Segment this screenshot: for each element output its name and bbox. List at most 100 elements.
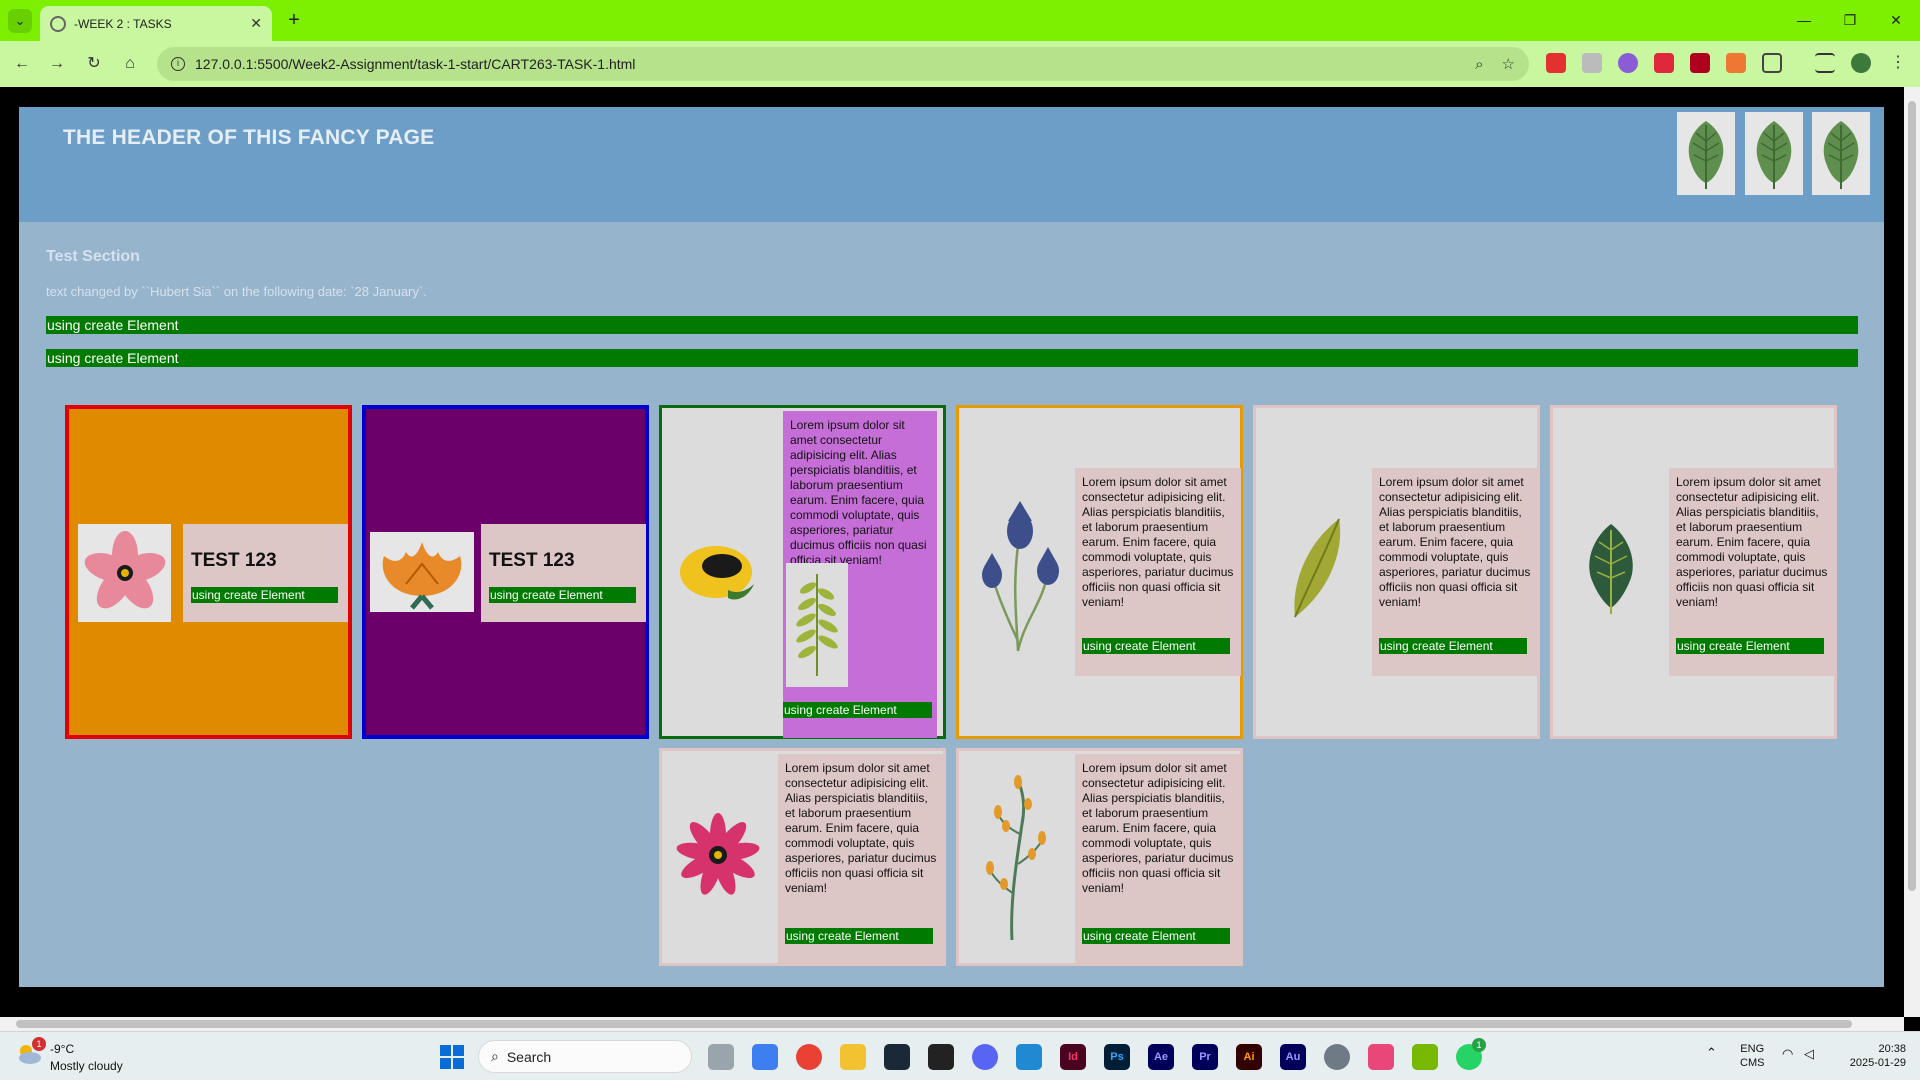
changed-text: text changed by ``Hubert Sia`` on the fo… xyxy=(46,284,427,299)
back-arrow-icon[interactable]: ← xyxy=(10,52,34,76)
lorem-text: Lorem ipsum dolor sit amet consectetur a… xyxy=(1379,475,1531,609)
indesign-icon[interactable]: Id xyxy=(1060,1044,1086,1070)
extension-red-icon[interactable] xyxy=(1654,53,1674,73)
settings-gear-icon[interactable] xyxy=(1324,1044,1350,1070)
vertical-scroll-thumb[interactable] xyxy=(1908,101,1916,891)
start-windows-icon[interactable] xyxy=(440,1045,464,1069)
weather-temperature: -9°C xyxy=(50,1042,75,1056)
reading-list-icon[interactable] xyxy=(1815,53,1835,73)
create-element-bar: using create Element xyxy=(191,587,338,603)
orange-sprig-image xyxy=(979,769,1055,949)
task-view-icon[interactable] xyxy=(708,1044,734,1070)
clock[interactable]: 20:38 2025-01-29 xyxy=(1836,1042,1906,1070)
lorem-box: Lorem ipsum dolor sit amet consectetur a… xyxy=(1075,468,1241,676)
extension-shield-icon[interactable] xyxy=(1690,53,1710,73)
horizontal-scrollbar[interactable] xyxy=(0,1017,1904,1031)
vertical-scrollbar[interactable] xyxy=(1904,87,1920,1017)
menu-kebab-icon[interactable]: ⋮ xyxy=(1888,53,1908,73)
premiere-icon[interactable]: Pr xyxy=(1192,1044,1218,1070)
test-box: TEST 123 using create Element xyxy=(183,524,348,622)
photoshop-icon[interactable]: Ps xyxy=(1104,1044,1130,1070)
whatsapp-badge: 1 xyxy=(1472,1038,1486,1052)
weather-description: Mostly cloudy xyxy=(50,1059,123,1073)
tab-search-chevron-icon[interactable]: ⌄ xyxy=(8,9,32,33)
card-olive-leaf: Lorem ipsum dolor sit amet consectetur a… xyxy=(1253,405,1540,739)
discord-icon[interactable] xyxy=(972,1044,998,1070)
epic-games-icon[interactable] xyxy=(928,1044,954,1070)
page-title: THE HEADER OF THIS FANCY PAGE xyxy=(63,126,435,149)
lorem-box: Lorem ipsum dolor sit amet consectetur a… xyxy=(1075,754,1241,963)
site-info-icon[interactable]: i xyxy=(171,57,185,71)
address-bar[interactable]: i 127.0.0.1:5500/Week2-Assignment/task-1… xyxy=(157,47,1529,81)
create-element-bar: using create Element xyxy=(1082,638,1230,654)
chrome-icon[interactable] xyxy=(796,1044,822,1070)
zoom-icon[interactable]: ⌕ xyxy=(1475,56,1483,73)
volume-icon[interactable]: ◁ xyxy=(1804,1047,1814,1061)
close-window-icon[interactable]: ✕ xyxy=(1876,8,1916,32)
create-element-bar: using create Element xyxy=(46,349,1858,367)
create-element-bar: using create Element xyxy=(1082,928,1230,944)
test-box: TEST 123 using create Element xyxy=(481,524,646,622)
copilot-icon[interactable] xyxy=(752,1044,778,1070)
minimize-icon[interactable]: — xyxy=(1784,8,1824,32)
pink-flower-image xyxy=(78,524,171,622)
taskbar-search[interactable]: ⌕ Search xyxy=(478,1040,692,1073)
nvidia-icon[interactable] xyxy=(1412,1044,1438,1070)
bookmark-star-icon[interactable]: ☆ xyxy=(1502,55,1515,73)
card-magenta-flower: Lorem ipsum dolor sit amet consectetur a… xyxy=(659,748,946,966)
lorem-box: Lorem ipsum dolor sit amet consectetur a… xyxy=(1669,468,1835,676)
card-green-border: Lorem ipsum dolor sit amet consectetur a… xyxy=(659,405,946,739)
after-effects-icon[interactable]: Ae xyxy=(1148,1044,1174,1070)
create-element-bar: using create Element xyxy=(785,928,933,944)
windows-taskbar: 1 -9°C Mostly cloudy ⌕ Search Id Ps Ae P… xyxy=(0,1031,1920,1080)
site-header: THE HEADER OF THIS FANCY PAGE xyxy=(19,107,1884,222)
tab-title: -WEEK 2 : TASKS xyxy=(74,16,172,31)
search-icon: ⌕ xyxy=(491,1048,499,1064)
extension-thumbs-down-icon[interactable] xyxy=(1546,53,1566,73)
test-label: TEST 123 xyxy=(191,550,277,571)
horizontal-scroll-thumb[interactable] xyxy=(16,1020,1852,1028)
url-text: 127.0.0.1:5500/Week2-Assignment/task-1-s… xyxy=(195,56,636,72)
card-purple: TEST 123 using create Element xyxy=(362,405,649,739)
tray-chevron-up-icon[interactable]: ⌃ xyxy=(1706,1046,1717,1060)
tab-close-icon[interactable]: ✕ xyxy=(250,15,262,32)
extension-fox-icon[interactable] xyxy=(1726,53,1746,73)
header-leaf-image xyxy=(1745,112,1803,195)
browser-tab[interactable]: -WEEK 2 : TASKS ✕ xyxy=(40,6,272,41)
card-orange-sprig: Lorem ipsum dolor sit amet consectetur a… xyxy=(956,748,1243,966)
language-bottom: CMS xyxy=(1740,1057,1765,1069)
test-label: TEST 123 xyxy=(489,550,575,571)
steam-icon[interactable] xyxy=(884,1044,910,1070)
create-element-bar: using create Element xyxy=(1676,638,1824,654)
magenta-flower-image xyxy=(670,807,766,903)
olive-leaf-image xyxy=(1276,508,1356,628)
extension-a-icon[interactable] xyxy=(1582,53,1602,73)
lorem-box: Lorem ipsum dolor sit amet consectetur a… xyxy=(1372,468,1538,676)
forward-arrow-icon[interactable]: → xyxy=(45,52,69,76)
language-indicator[interactable]: ENG CMS xyxy=(1740,1042,1764,1070)
create-element-bar: using create Element xyxy=(46,316,1858,334)
reload-icon[interactable]: ↻ xyxy=(82,52,106,76)
creative-cloud-icon[interactable] xyxy=(1368,1044,1394,1070)
lorem-text: Lorem ipsum dolor sit amet consectetur a… xyxy=(1082,475,1234,609)
orange-flower-image xyxy=(370,532,474,612)
extensions-puzzle-icon[interactable] xyxy=(1762,53,1782,73)
extension-gear-icon[interactable] xyxy=(1618,53,1638,73)
browser-tab-bar: ⌄ -WEEK 2 : TASKS ✕ + — ❐ ✕ xyxy=(0,0,1920,41)
language-top: ENG xyxy=(1740,1043,1765,1055)
file-explorer-icon[interactable] xyxy=(840,1044,866,1070)
profile-avatar[interactable] xyxy=(1851,53,1871,73)
restore-icon[interactable]: ❐ xyxy=(1830,8,1870,32)
new-tab-plus-icon[interactable]: + xyxy=(282,9,306,33)
wifi-icon[interactable]: ◠ xyxy=(1782,1047,1793,1061)
illustrator-icon[interactable]: Ai xyxy=(1236,1044,1262,1070)
lorem-text: Lorem ipsum dolor sit amet consectetur a… xyxy=(785,761,937,895)
header-leaf-image xyxy=(1812,112,1870,195)
audition-icon[interactable]: Au xyxy=(1280,1044,1306,1070)
vscode-icon[interactable] xyxy=(1016,1044,1042,1070)
blue-thistle-image xyxy=(969,488,1069,658)
home-icon[interactable]: ⌂ xyxy=(118,52,142,76)
green-leaf-image xyxy=(1571,518,1651,618)
page-body: THE HEADER OF THIS FANCY PAGE Test Secti… xyxy=(19,107,1884,987)
card-orange: TEST 123 using create Element xyxy=(65,405,352,739)
